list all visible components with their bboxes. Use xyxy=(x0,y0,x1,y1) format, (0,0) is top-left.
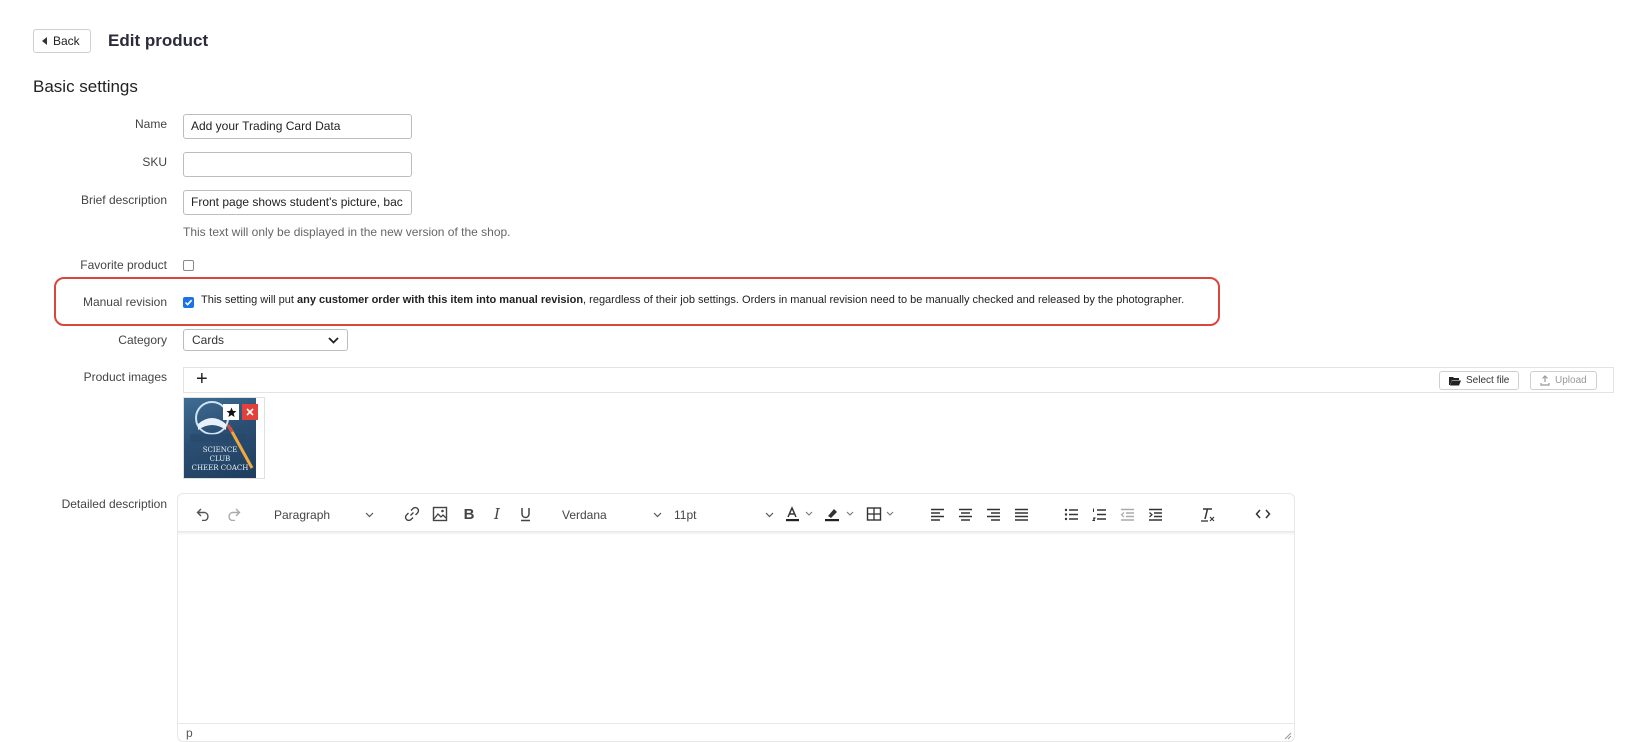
bullet-list-icon xyxy=(1064,508,1078,520)
clear-format-icon xyxy=(1200,507,1214,522)
category-value: Cards xyxy=(192,333,225,347)
detailed-description-label: Detailed description xyxy=(61,497,167,511)
resize-handle-icon[interactable] xyxy=(1283,731,1292,740)
upload-button[interactable]: Upload xyxy=(1530,371,1597,390)
manual-revision-label: Manual revision xyxy=(82,295,167,309)
delete-image-button[interactable] xyxy=(242,404,258,420)
brief-description-help: This text will only be displayed in the … xyxy=(183,225,511,239)
link-icon xyxy=(404,506,420,522)
font-size-select[interactable]: 11pt xyxy=(674,508,774,522)
brief-description-input[interactable]: Front page shows student's picture, bac xyxy=(183,190,412,215)
manual-revision-text-bold: any customer order with this item into m… xyxy=(296,294,584,306)
editor-status-divider xyxy=(178,723,1294,724)
numbered-list-button[interactable] xyxy=(1090,505,1108,523)
category-select[interactable]: Cards xyxy=(183,329,348,351)
align-left-icon xyxy=(930,508,944,521)
set-main-image-button[interactable] xyxy=(223,404,239,420)
back-label: Back xyxy=(53,34,80,48)
back-button[interactable]: Back xyxy=(33,29,91,53)
font-size-value: 11pt xyxy=(674,508,697,522)
checkmark-icon xyxy=(184,299,193,306)
block-format-select[interactable]: Paragraph xyxy=(274,508,374,522)
insert-link-button[interactable] xyxy=(403,505,421,523)
page-title: Edit product xyxy=(108,31,209,50)
bold-icon: B xyxy=(463,505,475,523)
name-input[interactable]: Add your Trading Card Data xyxy=(183,114,412,139)
chevron-down-icon xyxy=(653,512,662,518)
table-icon xyxy=(866,507,894,521)
underline-icon xyxy=(520,507,530,521)
chevron-down-icon xyxy=(328,336,339,344)
editor-content-area[interactable] xyxy=(178,535,1294,723)
numbered-list-icon xyxy=(1091,508,1106,521)
upload-icon xyxy=(1540,375,1550,386)
align-left-button[interactable] xyxy=(928,505,946,523)
outdent-icon xyxy=(1120,508,1134,521)
star-icon xyxy=(226,407,236,417)
image-icon xyxy=(432,506,448,522)
undo-icon xyxy=(196,508,209,521)
product-images-toolbar xyxy=(183,367,1614,393)
source-code-button[interactable] xyxy=(1254,505,1272,523)
bullet-list-button[interactable] xyxy=(1062,505,1080,523)
manual-revision-text-prefix: This setting will put xyxy=(201,294,297,306)
text-color-icon xyxy=(786,506,813,522)
text-color-button[interactable] xyxy=(785,505,815,523)
close-icon xyxy=(246,408,254,416)
font-family-select[interactable]: Verdana xyxy=(562,508,662,522)
bold-button[interactable]: B xyxy=(460,505,478,523)
manual-revision-text-suffix: , regardless of their job settings. Orde… xyxy=(583,294,1185,306)
favorite-product-checkbox[interactable] xyxy=(183,260,194,271)
font-family-value: Verdana xyxy=(562,508,607,522)
add-image-button[interactable]: + xyxy=(196,368,208,391)
select-file-button[interactable]: Select file xyxy=(1439,371,1520,390)
redo-icon xyxy=(227,508,240,521)
outdent-button[interactable] xyxy=(1118,505,1136,523)
brief-description-label: Brief description xyxy=(80,193,167,207)
align-center-icon xyxy=(958,508,972,521)
italic-button[interactable]: I xyxy=(488,505,506,523)
product-images-label: Product images xyxy=(83,370,167,384)
redo-button[interactable] xyxy=(224,505,242,523)
insert-image-button[interactable] xyxy=(431,505,449,523)
category-label: Category xyxy=(118,333,167,347)
align-justify-icon xyxy=(1014,508,1028,521)
source-code-icon xyxy=(1255,509,1271,519)
highlight-icon xyxy=(825,509,854,522)
align-center-button[interactable] xyxy=(956,505,974,523)
table-button[interactable] xyxy=(866,505,898,523)
select-file-label: Select file xyxy=(1466,375,1510,386)
thumbnail-text-line-1: SCIENCE xyxy=(202,446,238,454)
upload-label: Upload xyxy=(1555,375,1587,386)
folder-open-icon xyxy=(1449,376,1461,385)
thumbnail-text-line-3: CHEER COACH xyxy=(191,464,249,472)
section-title: Basic settings xyxy=(33,77,138,96)
manual-revision-description: This setting will put any customer order… xyxy=(201,294,1184,306)
editor-element-path[interactable]: p xyxy=(186,726,193,740)
chevron-down-icon xyxy=(765,512,774,518)
sku-label: SKU xyxy=(142,155,167,169)
italic-icon: I xyxy=(494,505,500,523)
undo-button[interactable] xyxy=(194,505,212,523)
indent-button[interactable] xyxy=(1146,505,1164,523)
align-justify-button[interactable] xyxy=(1012,505,1030,523)
chevron-down-icon xyxy=(365,512,374,518)
block-format-value: Paragraph xyxy=(274,508,331,522)
align-right-icon xyxy=(986,508,1000,521)
align-right-button[interactable] xyxy=(984,505,1002,523)
highlight-color-button[interactable] xyxy=(824,505,856,523)
caret-left-icon xyxy=(42,37,47,45)
clear-formatting-button[interactable] xyxy=(1198,505,1216,523)
name-label: Name xyxy=(134,117,167,131)
favorite-product-label: Favorite product xyxy=(80,258,167,272)
thumbnail-text-line-2: CLUB xyxy=(209,455,231,463)
indent-icon xyxy=(1148,508,1162,521)
underline-button[interactable] xyxy=(516,505,534,523)
sku-input[interactable] xyxy=(183,152,412,177)
manual-revision-checkbox[interactable] xyxy=(183,297,194,308)
